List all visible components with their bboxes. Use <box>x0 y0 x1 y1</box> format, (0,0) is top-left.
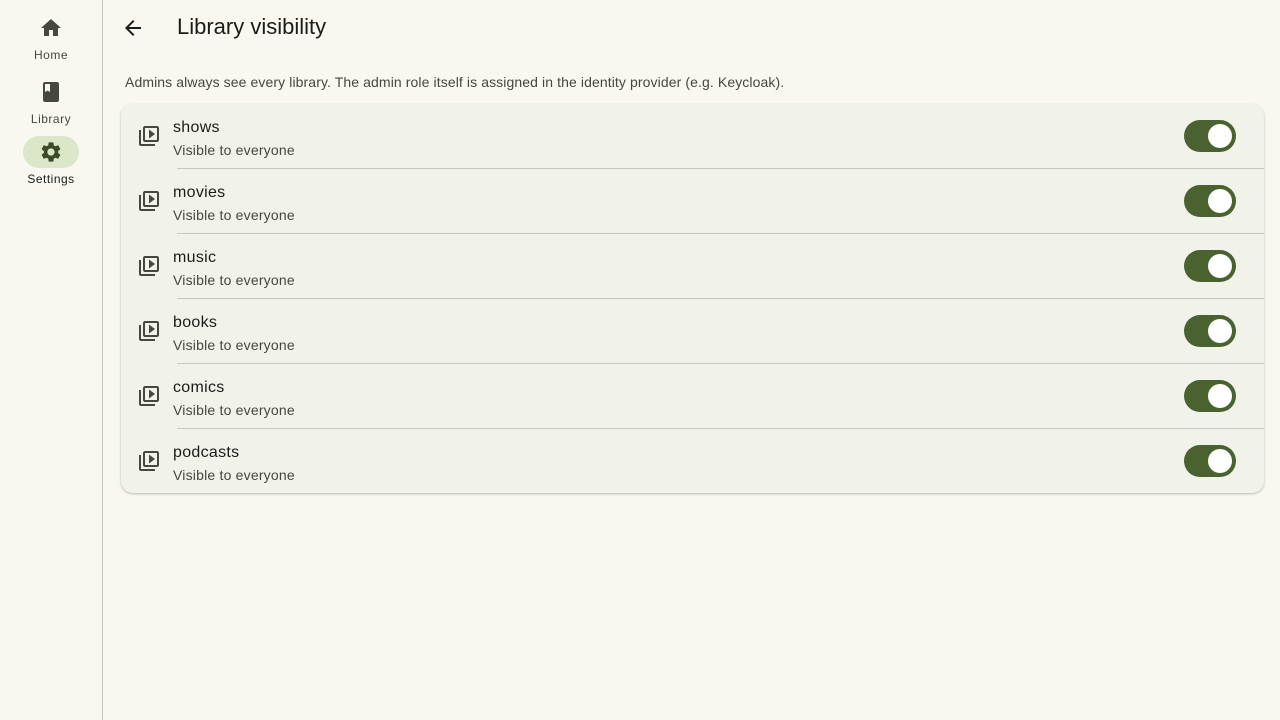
video-library-icon <box>137 384 161 408</box>
nav-label-settings: Settings <box>27 172 75 186</box>
navigation-rail: Home Library Settings <box>0 0 103 720</box>
library-visibility: Visible to everyone <box>173 207 295 223</box>
visibility-toggle[interactable] <box>1184 185 1236 217</box>
home-icon <box>23 12 79 44</box>
book-icon <box>23 76 79 108</box>
visibility-toggle[interactable] <box>1184 380 1236 412</box>
library-name: shows <box>173 119 220 136</box>
video-library-icon <box>137 124 161 148</box>
library-name: comics <box>173 379 225 396</box>
nav-label-library: Library <box>30 112 72 126</box>
toggle-thumb <box>1208 124 1232 148</box>
video-library-icon <box>137 254 161 278</box>
arrow-back-icon <box>125 20 141 36</box>
library-row-shows: shows Visible to everyone <box>121 104 1264 169</box>
library-visibility: Visible to everyone <box>173 337 295 353</box>
library-visibility: Visible to everyone <box>173 272 295 288</box>
nav-item-home[interactable]: Home <box>0 12 102 62</box>
nav-item-settings[interactable]: Settings <box>0 136 102 186</box>
library-row-comics: comics Visible to everyone <box>121 364 1264 429</box>
library-row-books: books Visible to everyone <box>121 299 1264 364</box>
nav-label-home: Home <box>33 48 68 62</box>
video-library-icon <box>137 189 161 213</box>
library-name: books <box>173 314 218 331</box>
toggle-thumb <box>1208 319 1232 343</box>
back-button[interactable] <box>117 12 149 44</box>
library-name: podcasts <box>173 444 240 461</box>
library-row-podcasts: podcasts Visible to everyone <box>121 429 1264 493</box>
video-library-icon <box>137 319 161 343</box>
toggle-thumb <box>1208 384 1232 408</box>
video-library-icon <box>137 449 161 473</box>
visibility-toggle[interactable] <box>1184 315 1236 347</box>
library-name: music <box>173 249 217 266</box>
toggle-thumb <box>1208 254 1232 278</box>
visibility-toggle[interactable] <box>1184 120 1236 152</box>
page-title: Library visibility <box>177 14 327 39</box>
visibility-toggle[interactable] <box>1184 250 1236 282</box>
library-list: shows Visible to everyone movies Visible… <box>121 104 1264 493</box>
admin-note: Admins always see every library. The adm… <box>125 74 785 90</box>
top-app-bar: Library visibility <box>103 0 1280 56</box>
gear-icon <box>23 136 79 168</box>
toggle-thumb <box>1208 189 1232 213</box>
library-visibility: Visible to everyone <box>173 402 295 418</box>
nav-item-library[interactable]: Library <box>0 76 102 126</box>
library-row-music: music Visible to everyone <box>121 234 1264 299</box>
library-row-movies: movies Visible to everyone <box>121 169 1264 234</box>
library-visibility: Visible to everyone <box>173 142 295 158</box>
library-name: movies <box>173 184 226 201</box>
library-visibility: Visible to everyone <box>173 467 295 483</box>
visibility-toggle[interactable] <box>1184 445 1236 477</box>
toggle-thumb <box>1208 449 1232 473</box>
